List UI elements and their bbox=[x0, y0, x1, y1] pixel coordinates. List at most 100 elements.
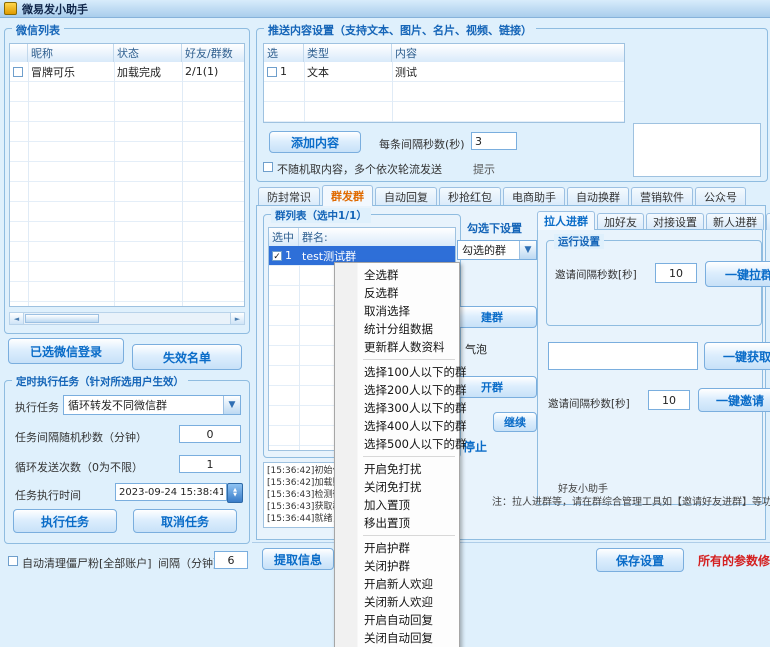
add-content-button[interactable]: 添加内容 bbox=[269, 131, 361, 153]
time-spinner-icon[interactable]: ▲▼ bbox=[227, 483, 243, 503]
task-groupbox: 定时执行任务（针对所选用户生效） 执行任务 循环转发不同微信群 ▼ 任务间隔随机… bbox=[4, 380, 250, 544]
select-settings-label: 勾选下设置 bbox=[467, 220, 522, 236]
app-window: 微易发小助手 微信列表 昵称 状态 好友/群数 冒牌可乐 加载完成 2/1(1) bbox=[0, 0, 770, 647]
main-tab[interactable]: 秒抢红包 bbox=[439, 187, 501, 206]
menu-item[interactable]: 开启新人欢迎 bbox=[336, 575, 458, 593]
menu-item[interactable]: 选择400人以下的群 bbox=[336, 417, 458, 435]
gap-seconds-input[interactable] bbox=[471, 132, 517, 150]
chevron-down-icon[interactable]: ▼ bbox=[519, 241, 536, 259]
scroll-right-icon[interactable]: ► bbox=[230, 313, 244, 324]
clean-interval-input[interactable] bbox=[214, 551, 248, 569]
menu-item[interactable]: 开启护群 bbox=[336, 539, 458, 557]
keyword-input[interactable] bbox=[548, 342, 698, 370]
invite-tab[interactable]: 加好友 bbox=[597, 213, 644, 230]
continue-button[interactable]: 继续 bbox=[493, 412, 537, 432]
group-list-title: 群列表（选中1/1） bbox=[271, 208, 371, 223]
main-tab[interactable]: 防封常识 bbox=[258, 187, 320, 206]
no-random-checkbox[interactable] bbox=[263, 162, 273, 172]
menu-item[interactable]: 关闭护群 bbox=[336, 557, 458, 575]
menu-item[interactable]: 选择100人以下的群 bbox=[336, 363, 458, 381]
loop-count-input[interactable] bbox=[179, 455, 241, 473]
login-selected-button[interactable]: 已选微信登录 bbox=[8, 338, 124, 364]
wechat-table[interactable]: 昵称 状态 好友/群数 冒牌可乐 加载完成 2/1(1) bbox=[9, 43, 245, 307]
chevron-down-icon[interactable]: ▼ bbox=[223, 396, 240, 414]
scroll-thumb[interactable] bbox=[25, 314, 99, 323]
invite-interval-input-1[interactable] bbox=[655, 263, 697, 283]
task-type-select[interactable]: 循环转发不同微信群 ▼ bbox=[63, 395, 241, 415]
menu-item[interactable]: 取消选择 bbox=[336, 302, 458, 320]
content-table-header: 选 类型 内容 bbox=[264, 44, 624, 63]
content-group-title: 推送内容设置（支持文本、图片、名片、视频、链接） bbox=[264, 22, 536, 38]
invite-tab[interactable]: 新人进群 bbox=[706, 213, 764, 230]
wechat-row[interactable]: 冒牌可乐 加载完成 2/1(1) bbox=[10, 62, 244, 81]
main-tab[interactable]: 自动换群 bbox=[567, 187, 629, 206]
menu-item[interactable]: 选择200人以下的群 bbox=[336, 381, 458, 399]
menu-item[interactable]: 移出置顶 bbox=[336, 514, 458, 532]
invite-interval-input-2[interactable] bbox=[648, 390, 690, 410]
invalid-list-button[interactable]: 失效名单 bbox=[132, 344, 242, 370]
main-tab[interactable]: 公众号 bbox=[695, 187, 746, 206]
content-row-text: 测试 bbox=[392, 64, 624, 80]
menu-item[interactable]: 选择500人以下的群 bbox=[336, 435, 458, 453]
content-row[interactable]: 1 文本 测试 bbox=[264, 62, 624, 81]
main-tab[interactable]: 自动回复 bbox=[375, 187, 437, 206]
menu-item[interactable]: 关闭自动回复 bbox=[336, 629, 458, 647]
task-time-input[interactable] bbox=[115, 483, 227, 501]
invite-tab-strip: 拉人进群加好友对接设置新人进群其他 bbox=[537, 211, 770, 230]
menu-separator bbox=[363, 359, 455, 360]
menu-item[interactable]: 关闭免打扰 bbox=[336, 478, 458, 496]
menu-item[interactable]: 统计分组数据 bbox=[336, 320, 458, 338]
stop-link[interactable]: 停止 bbox=[463, 438, 487, 455]
invite-interval-label-2: 邀请间隔秒数[秒] bbox=[548, 396, 630, 411]
get-friends-button[interactable]: 一键获取好友 bbox=[704, 342, 770, 370]
wechat-nickname: 冒牌可乐 bbox=[28, 64, 114, 80]
menu-item[interactable]: 关闭新人欢迎 bbox=[336, 593, 458, 611]
menu-item[interactable]: 全选群 bbox=[336, 266, 458, 284]
menu-item[interactable]: 开启免打扰 bbox=[336, 460, 458, 478]
task-interval-label: 任务间隔随机秒数（分钟） bbox=[15, 429, 147, 445]
menu-item[interactable]: 反选群 bbox=[336, 284, 458, 302]
invite-tab[interactable]: 拉人进群 bbox=[537, 211, 595, 230]
header-counts: 好友/群数 bbox=[182, 44, 244, 62]
invite-button[interactable]: 一键邀请 bbox=[698, 388, 770, 412]
content-row-checkbox[interactable] bbox=[267, 67, 277, 77]
select-settings-value: 勾选的群 bbox=[462, 242, 519, 258]
cancel-task-button[interactable]: 取消任务 bbox=[133, 509, 237, 533]
invite-tab[interactable]: 对接设置 bbox=[646, 213, 704, 230]
menu-item[interactable]: 开启自动回复 bbox=[336, 611, 458, 629]
scroll-left-icon[interactable]: ◄ bbox=[10, 313, 24, 324]
header-status: 状态 bbox=[114, 44, 182, 62]
start-task-button[interactable]: 执行任务 bbox=[13, 509, 117, 533]
pull-into-group-button[interactable]: 一键拉群 bbox=[705, 261, 770, 287]
group-context-menu: 全选群反选群取消选择统计分组数据更新群人数资料选择100人以下的群选择200人以… bbox=[334, 262, 460, 647]
invite-tab[interactable]: 其他 bbox=[766, 213, 770, 230]
auto-clean-checkbox[interactable] bbox=[8, 556, 18, 566]
no-random-label: 不随机取内容，多个依次轮流发送 bbox=[277, 161, 442, 177]
save-settings-button[interactable]: 保存设置 bbox=[596, 548, 684, 572]
content-row-type: 文本 bbox=[304, 64, 392, 80]
content-table[interactable]: 选 类型 内容 1 文本 测试 bbox=[263, 43, 625, 123]
menu-item[interactable]: 加入置顶 bbox=[336, 496, 458, 514]
run-settings-title: 运行设置 bbox=[554, 234, 604, 249]
wechat-row-checkbox[interactable] bbox=[13, 67, 23, 77]
create-group-button[interactable]: 建群 bbox=[447, 306, 537, 328]
extract-info-button[interactable]: 提取信息 bbox=[262, 548, 334, 570]
tip-text: 提示 bbox=[473, 161, 495, 177]
task-interval-input[interactable] bbox=[179, 425, 241, 443]
header-type: 类型 bbox=[304, 44, 392, 62]
main-tab[interactable]: 电商助手 bbox=[503, 187, 565, 206]
select-settings-dropdown[interactable]: 勾选的群 ▼ bbox=[457, 240, 537, 260]
main-tab[interactable]: 营销软件 bbox=[631, 187, 693, 206]
content-row-seq: 1 bbox=[280, 65, 287, 78]
menu-item[interactable]: 选择300人以下的群 bbox=[336, 399, 458, 417]
bubble-label: 气泡 bbox=[465, 341, 487, 357]
wechat-table-hscrollbar[interactable]: ◄ ► bbox=[9, 312, 245, 325]
menu-item[interactable]: 更新群人数资料 bbox=[336, 338, 458, 356]
main-tab[interactable]: 群发群 bbox=[322, 185, 373, 206]
header-group-name: 群名: bbox=[299, 228, 455, 246]
group-row-seq: 1 bbox=[285, 249, 292, 262]
title-bar[interactable]: 微易发小助手 bbox=[0, 0, 770, 18]
content-preview-box[interactable] bbox=[633, 123, 761, 177]
header-group-check: 选中 bbox=[269, 228, 299, 246]
group-row-checkbox[interactable]: ✓ bbox=[272, 251, 282, 261]
